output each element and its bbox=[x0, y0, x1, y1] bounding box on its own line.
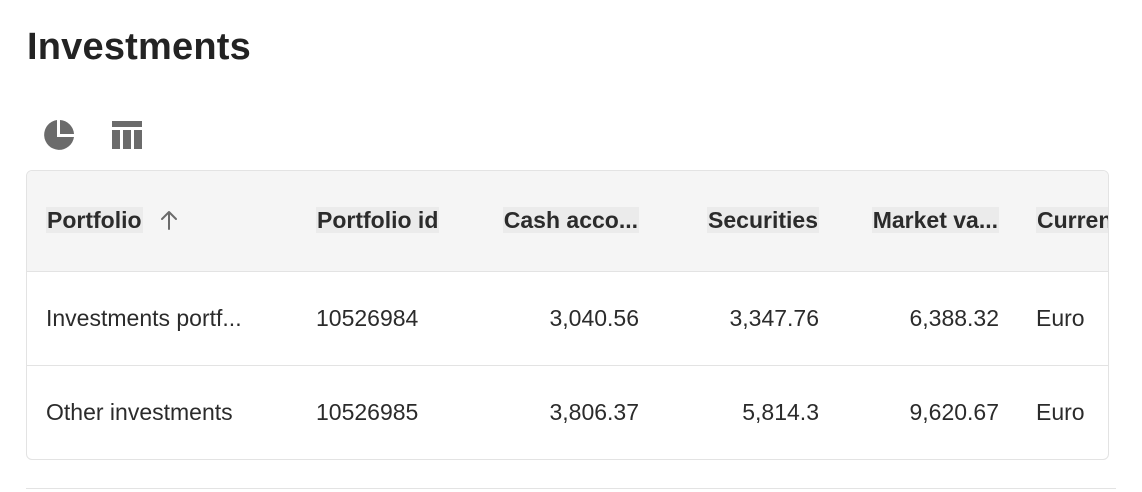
pie-chart-view-button[interactable] bbox=[42, 118, 76, 152]
bottom-divider bbox=[26, 488, 1116, 489]
cell-portfolio-id: 10526985 bbox=[316, 398, 419, 425]
table-view-button[interactable] bbox=[110, 118, 144, 152]
cell-market-value: 9,620.67 bbox=[909, 398, 999, 425]
cell-securities: 3,347.76 bbox=[729, 304, 819, 331]
column-header-securities[interactable]: Securities bbox=[657, 171, 837, 271]
cell-cash-account: 3,806.37 bbox=[549, 398, 639, 425]
page-title: Investments bbox=[27, 26, 251, 68]
cell-portfolio: Other investments bbox=[46, 398, 233, 425]
table-icon bbox=[112, 121, 142, 149]
column-header-market-value[interactable]: Market va... bbox=[837, 171, 1017, 271]
portfolio-table: Portfolio Portfolio id Cash acco... Secu… bbox=[27, 171, 1108, 459]
sort-ascending-icon[interactable] bbox=[159, 209, 179, 231]
cell-currency: Euro bbox=[1036, 398, 1085, 425]
column-header-cash-account[interactable]: Cash acco... bbox=[477, 171, 657, 271]
portfolio-table-card: Portfolio Portfolio id Cash acco... Secu… bbox=[26, 170, 1109, 460]
column-header-portfolio-id[interactable]: Portfolio id bbox=[297, 171, 477, 271]
cell-market-value: 6,388.32 bbox=[909, 304, 999, 331]
column-header-portfolio[interactable]: Portfolio bbox=[27, 171, 297, 271]
investments-page: Investments Portfolio Portfolio id Cash … bbox=[0, 0, 1142, 492]
cell-portfolio-id: 10526984 bbox=[316, 304, 419, 331]
column-header-label: Portfolio bbox=[46, 207, 143, 234]
column-header-label: Cash acco... bbox=[502, 207, 639, 234]
cell-portfolio: Investments portf... bbox=[46, 304, 242, 331]
table-header-row: Portfolio Portfolio id Cash acco... Secu… bbox=[27, 171, 1108, 271]
table-row[interactable]: Investments portf... 10526984 3,040.56 3… bbox=[27, 271, 1108, 365]
pie-chart-icon bbox=[44, 120, 74, 150]
view-toggle bbox=[42, 118, 144, 152]
table-row[interactable]: Other investments 10526985 3,806.37 5,81… bbox=[27, 365, 1108, 459]
column-header-currency[interactable]: Currency bbox=[1017, 171, 1108, 271]
cell-securities: 5,814.3 bbox=[742, 398, 819, 425]
column-header-label: Portfolio id bbox=[316, 207, 440, 234]
column-header-label: Currency bbox=[1036, 207, 1108, 234]
cell-currency: Euro bbox=[1036, 304, 1085, 331]
cell-cash-account: 3,040.56 bbox=[549, 304, 639, 331]
column-header-label: Market va... bbox=[871, 207, 999, 234]
column-header-label: Securities bbox=[707, 207, 819, 234]
